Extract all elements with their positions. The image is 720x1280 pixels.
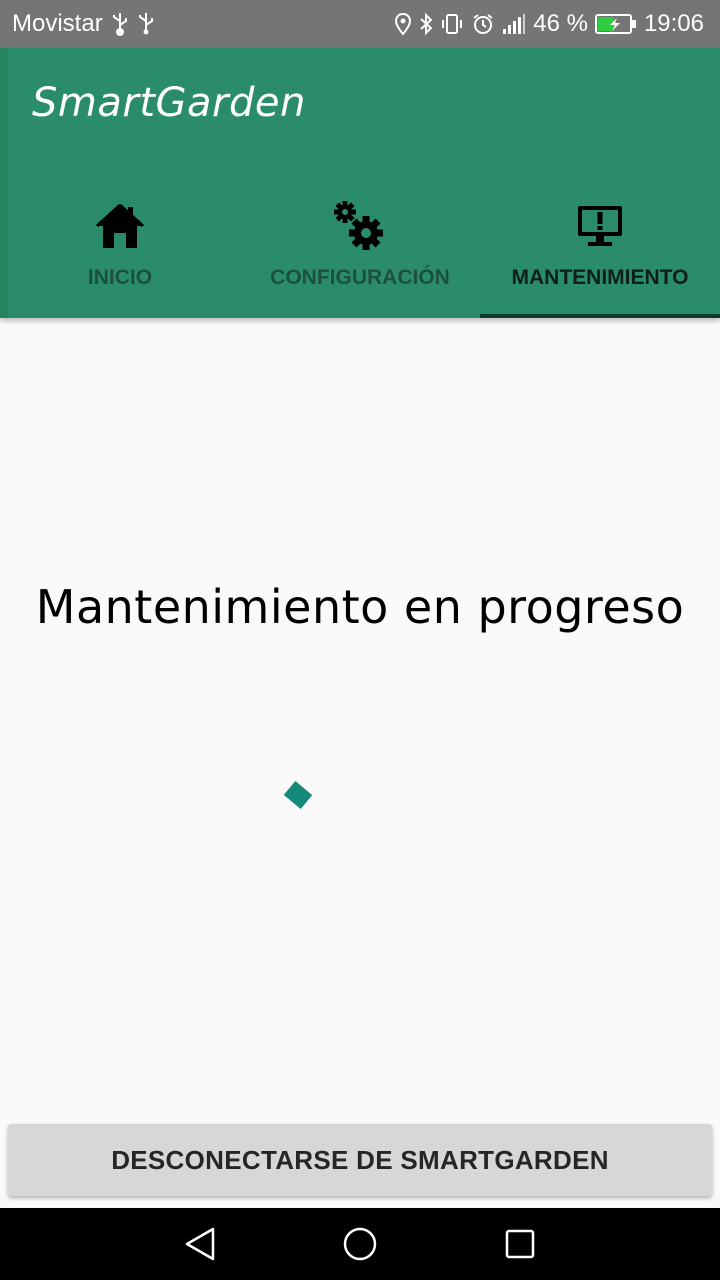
recents-icon[interactable] [480,1208,560,1280]
monitor-alert-icon [572,198,628,254]
nav-bar [0,1208,720,1280]
battery-charging-icon [594,13,637,35]
tab-configuracion[interactable]: CONFIGURACIÓN [240,188,480,318]
clock: 19:06 [643,10,704,37]
status-right: 46 % 19:06 [394,0,704,48]
tab-inicio-label: INICIO [87,266,153,289]
back-icon[interactable] [160,1208,240,1280]
usb-icon [137,12,155,36]
screen: Movistar 46 % 19:06 SmartGarden INICIO C… [0,0,720,1280]
home-icon [92,198,148,254]
tab-bar: INICIO CONFIGURACIÓN MANTENIMIENTO [0,188,720,318]
vibrate-icon [440,12,464,36]
tab-mantenimiento[interactable]: MANTENIMIENTO [480,188,720,318]
bluetooth-icon [419,12,433,36]
disconnect-button[interactable]: DESCONECTARSE DE SMARTGARDEN [8,1124,712,1196]
tab-configuracion-label: CONFIGURACIÓN [270,266,450,289]
progress-spinner [283,781,313,809]
status-left: Movistar [12,0,155,48]
home-circle-icon[interactable] [320,1208,400,1280]
gears-icon [332,198,388,254]
main-content: Mantenimiento en progreso DESCONECTARSE … [0,318,720,1208]
signal-icon [502,13,526,35]
app-title: SmartGarden [32,80,306,126]
tab-active-indicator [480,314,720,318]
battery-percent: 46 % [533,10,588,37]
app-bar: SmartGarden INICIO CONFIGURACIÓN MANTENI… [0,48,720,318]
maintenance-message: Mantenimiento en progreso [35,580,685,634]
alarm-icon [471,12,495,36]
tab-mantenimiento-label: MANTENIMIENTO [511,266,689,289]
carrier-label: Movistar [12,10,103,37]
location-icon [394,12,412,36]
status-bar: Movistar 46 % 19:06 [0,0,720,48]
usb-icon [111,12,129,36]
tab-inicio[interactable]: INICIO [0,188,240,318]
